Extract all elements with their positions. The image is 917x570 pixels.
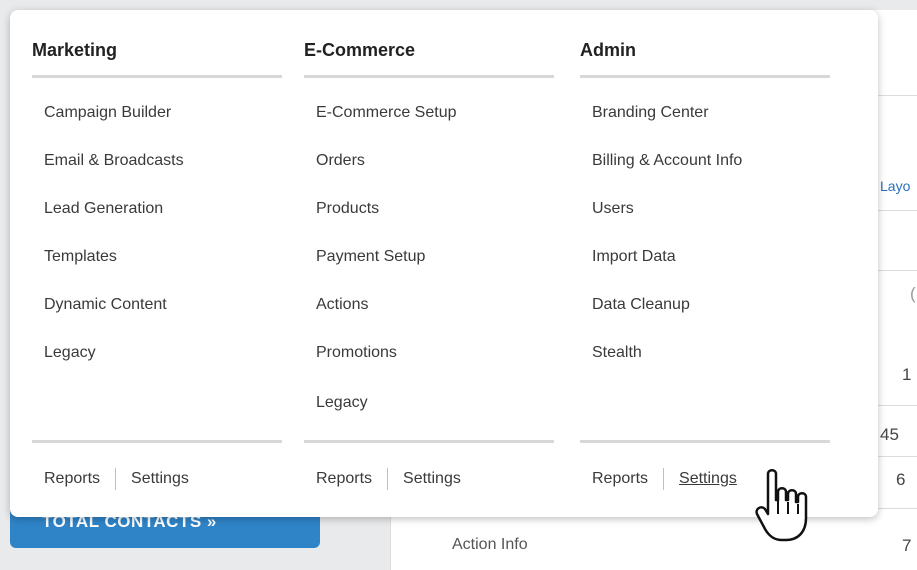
footer-divider-line: [32, 440, 282, 443]
menu-item-dynamic-content[interactable]: Dynamic Content: [44, 296, 167, 314]
footer-divider-line: [304, 440, 554, 443]
footer-divider-line: [580, 440, 830, 443]
heading-divider: [304, 75, 554, 78]
heading-divider: [32, 75, 282, 78]
menu-item-templates[interactable]: Templates: [44, 248, 117, 266]
menu-item-email-broadcasts[interactable]: Email & Broadcasts: [44, 152, 184, 170]
reports-link[interactable]: Reports: [44, 470, 100, 488]
bottom-label: Action Info: [452, 536, 528, 553]
menu-item-import-data[interactable]: Import Data: [592, 248, 676, 266]
menu-item-promotions[interactable]: Promotions: [316, 344, 397, 362]
column-footer: Reports Settings: [592, 468, 737, 490]
menu-item-ecommerce-setup[interactable]: E-Commerce Setup: [316, 104, 457, 122]
row-value: 45: [880, 425, 899, 444]
menu-item-payment-setup[interactable]: Payment Setup: [316, 248, 425, 266]
row-value: 7: [902, 536, 912, 555]
menu-item-users[interactable]: Users: [592, 200, 634, 218]
menu-item-data-cleanup[interactable]: Data Cleanup: [592, 296, 690, 314]
menu-item-products[interactable]: Products: [316, 200, 379, 218]
settings-link[interactable]: Settings: [403, 470, 461, 488]
menu-item-legacy[interactable]: Legacy: [44, 344, 96, 362]
footer-separator: [115, 468, 117, 490]
reports-link[interactable]: Reports: [316, 470, 372, 488]
menu-item-billing-account-info[interactable]: Billing & Account Info: [592, 152, 742, 170]
menu-item-campaign-builder[interactable]: Campaign Builder: [44, 104, 171, 122]
column-heading: Marketing: [32, 40, 118, 60]
heading-divider: [580, 75, 830, 78]
menu-item-actions[interactable]: Actions: [316, 296, 368, 314]
column-footer: Reports Settings: [44, 468, 189, 490]
menu-item-lead-generation[interactable]: Lead Generation: [44, 200, 163, 218]
column-footer: Reports Settings: [316, 468, 461, 490]
menu-item-stealth[interactable]: Stealth: [592, 344, 642, 362]
partial-text: (: [910, 284, 916, 303]
reports-link[interactable]: Reports: [592, 470, 648, 488]
column-heading: Admin: [580, 40, 636, 60]
menu-item-branding-center[interactable]: Branding Center: [592, 104, 709, 122]
row-value: 1: [902, 365, 912, 384]
footer-separator: [387, 468, 389, 490]
navigation-dropdown-menu: Marketing Campaign Builder Email & Broad…: [10, 10, 878, 517]
settings-link[interactable]: Settings: [679, 470, 737, 488]
row-value: 6: [896, 470, 906, 489]
menu-item-orders[interactable]: Orders: [316, 152, 365, 170]
hand-pointer-cursor-icon: [755, 469, 808, 542]
footer-separator: [663, 468, 665, 490]
settings-link[interactable]: Settings: [131, 470, 189, 488]
layout-link[interactable]: Layo: [880, 178, 910, 194]
menu-item-legacy[interactable]: Legacy: [316, 394, 368, 412]
column-heading: E-Commerce: [304, 40, 416, 60]
